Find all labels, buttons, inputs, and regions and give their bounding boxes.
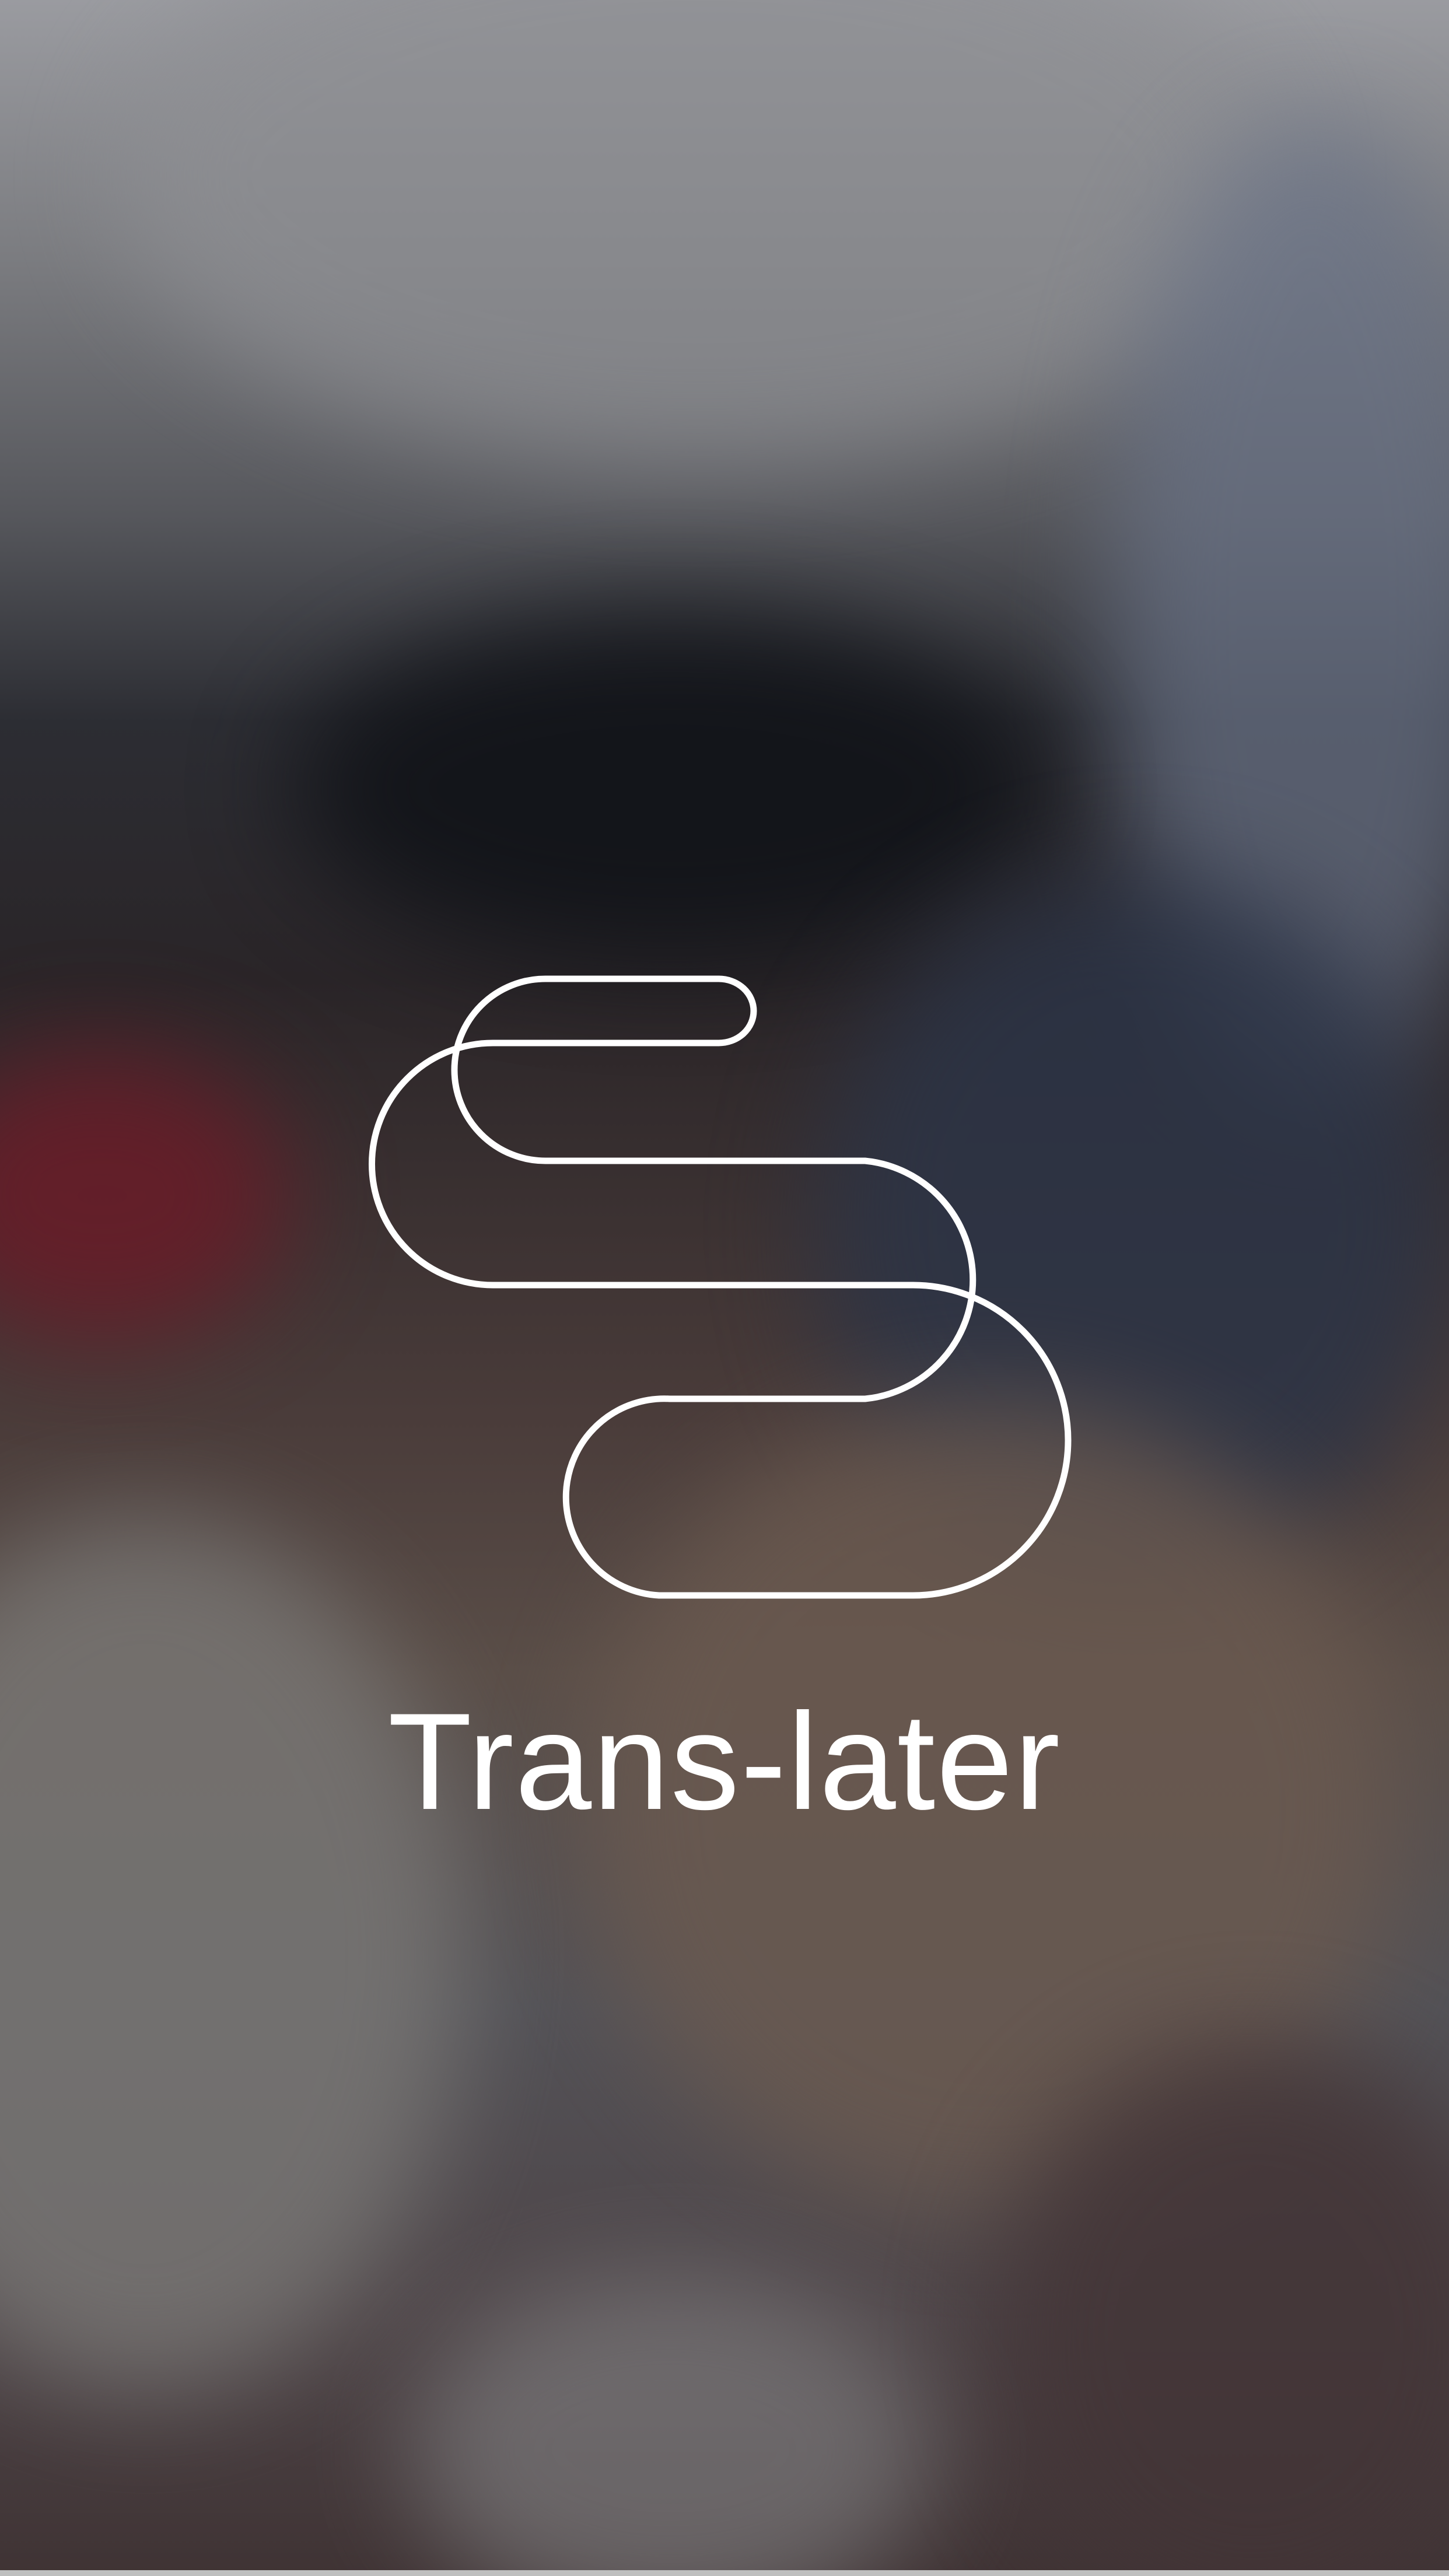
logo-stroke-top-cap [369, 975, 1072, 1599]
bottom-edge [0, 2570, 1449, 2576]
app-name-title: Trans-later [387, 1685, 1062, 1839]
app-logo-icon [369, 975, 1072, 1599]
